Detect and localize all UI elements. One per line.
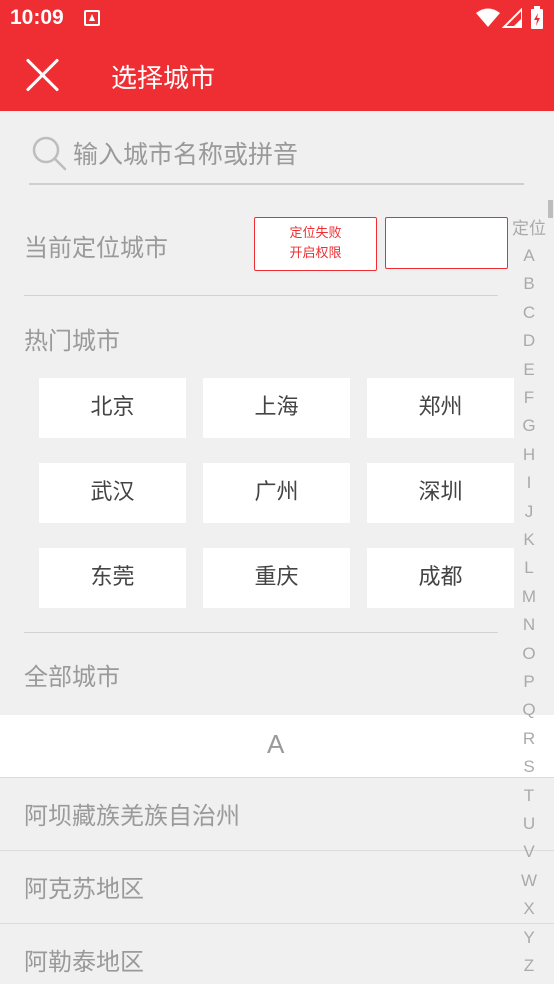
hot-city-button[interactable]: 重庆 [203, 548, 350, 608]
index-item[interactable]: E [508, 360, 550, 380]
index-item[interactable]: R [508, 729, 550, 749]
location-label: 当前定位城市 [24, 234, 168, 262]
close-icon[interactable] [24, 56, 62, 94]
index-item[interactable]: S [508, 757, 550, 777]
hot-city-button[interactable]: 上海 [203, 378, 350, 438]
index-item[interactable]: Z [508, 956, 550, 976]
index-item[interactable]: C [508, 303, 550, 323]
hot-city-button[interactable]: 广州 [203, 463, 350, 523]
index-item[interactable]: F [508, 388, 550, 408]
index-item[interactable]: Q [508, 700, 550, 720]
city-name: 阿勒泰地区 [24, 948, 144, 976]
notification-icon [84, 10, 100, 26]
index-item[interactable]: P [508, 672, 550, 692]
page-title: 选择城市 [111, 64, 216, 94]
index-item[interactable]: B [508, 274, 550, 294]
letter-group-header: A [0, 715, 554, 777]
index-item[interactable]: K [508, 530, 550, 550]
index-item[interactable]: O [508, 644, 550, 664]
city-list-item[interactable]: 阿坝藏族羌族自治州 [0, 777, 554, 850]
divider [24, 295, 498, 296]
index-item[interactable]: I [508, 473, 550, 493]
location-failed-button[interactable]: 定位失败 开启权限 [254, 217, 377, 271]
app-bar: 选择城市 [0, 38, 554, 111]
status-bar: 10:09 [0, 0, 554, 38]
city-name: 阿坝藏族羌族自治州 [24, 802, 240, 830]
index-item[interactable]: Y [508, 928, 550, 948]
index-item[interactable]: A [508, 246, 550, 266]
hot-city-button[interactable]: 郑州 [367, 378, 514, 438]
city-list-item[interactable]: 阿勒泰地区 [0, 923, 554, 984]
wifi-icon [476, 8, 500, 27]
index-item[interactable]: L [508, 558, 550, 578]
search-field [29, 130, 524, 185]
index-item[interactable]: H [508, 445, 550, 465]
hot-cities-label: 热门城市 [24, 327, 120, 355]
index-item[interactable]: T [508, 786, 550, 806]
hot-city-button[interactable]: 东莞 [39, 548, 186, 608]
location-failed-text: 定位失败 [289, 226, 342, 241]
group-letter: A [267, 729, 285, 759]
hot-city-button[interactable]: 成都 [367, 548, 514, 608]
index-item[interactable]: J [508, 502, 550, 522]
index-item[interactable]: W [508, 871, 550, 891]
located-city-button[interactable] [385, 217, 508, 269]
index-item-location[interactable]: 定位 [508, 214, 550, 239]
index-item[interactable]: D [508, 331, 550, 351]
index-item[interactable]: U [508, 814, 550, 834]
city-list-item[interactable]: 阿克苏地区 [0, 850, 554, 923]
divider [24, 632, 498, 633]
search-icon [32, 136, 67, 171]
signal-icon [502, 8, 522, 28]
index-item[interactable]: V [508, 842, 550, 862]
battery-icon [531, 6, 543, 29]
index-item[interactable]: M [508, 587, 550, 607]
hot-city-button[interactable]: 北京 [39, 378, 186, 438]
all-cities-label: 全部城市 [24, 663, 120, 691]
open-permission-text: 开启权限 [289, 246, 342, 261]
index-item[interactable]: N [508, 615, 550, 635]
hot-city-button[interactable]: 武汉 [39, 463, 186, 523]
status-time: 10:09 [10, 6, 64, 29]
index-item[interactable]: X [508, 899, 550, 919]
index-item[interactable]: G [508, 416, 550, 436]
city-name: 阿克苏地区 [24, 875, 144, 903]
search-input[interactable] [73, 134, 513, 174]
hot-city-button[interactable]: 深圳 [367, 463, 514, 523]
